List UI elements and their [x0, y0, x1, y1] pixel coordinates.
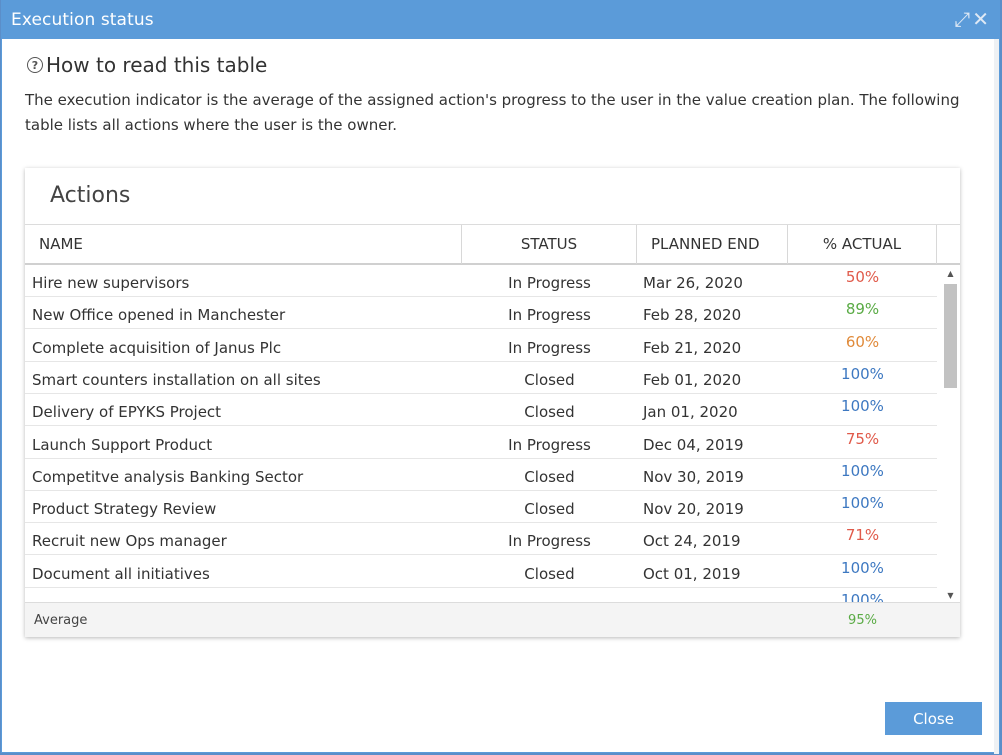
close-button[interactable]: Close — [885, 702, 982, 735]
row-actual: 100% — [841, 494, 884, 513]
table-footer: Average 95% — [25, 602, 960, 637]
title-bar-controls: ⤢ ✕ — [954, 7, 989, 31]
scroll-down-icon[interactable]: ▼ — [942, 591, 959, 600]
table-row[interactable]: Document all initiatives Closed Oct 01, 20… — [25, 556, 937, 588]
average-label: Average — [34, 613, 88, 628]
column-header-status[interactable]: STATUS — [462, 225, 637, 264]
title-bar: Execution status ⤢ ✕ — [2, 1, 999, 39]
row-actual: 89% — [845, 300, 880, 319]
table-row[interactable]: Delivery of EPYKS Project Closed Jan 01, 2… — [25, 394, 937, 427]
table-scrollbar[interactable]: ▲ ▼ — [942, 267, 959, 600]
row-actual: 75% — [845, 429, 880, 448]
table-row[interactable]: Complete acquisition of Janus Plc In Prog… — [25, 330, 937, 362]
table-row[interactable]: 100% — [25, 588, 937, 602]
table-row[interactable]: New Office opened in Manchester In Progre… — [25, 297, 937, 330]
side-strip — [994, 39, 999, 754]
table-row[interactable]: Hire new supervisors In Progress Mar 26, 2… — [25, 265, 937, 297]
table-row[interactable]: Competitve analysis Banking Sector Closed… — [25, 459, 937, 491]
card-title: Actions — [50, 183, 131, 208]
column-header-actual[interactable]: % ACTUAL — [788, 225, 937, 264]
table-row[interactable]: Recruit new Ops manager In Progress Oct 24… — [25, 523, 937, 556]
column-header-name[interactable]: NAME — [25, 225, 462, 264]
table-body: Hire new supervisors In Progress Mar 26, 2… — [25, 265, 937, 602]
help-heading: ? How to read this table — [27, 53, 267, 77]
row-actual: 60% — [845, 332, 880, 351]
row-actual: 100% — [841, 364, 884, 383]
table-row[interactable]: Smart counters installation on all sites… — [25, 362, 937, 394]
maximize-icon[interactable]: ⤢ — [954, 7, 970, 31]
row-actual: 100% — [841, 461, 884, 480]
help-title: How to read this table — [46, 53, 268, 77]
actions-card: Actions NAME STATUS PLANNED END % ACTUAL… — [25, 168, 960, 637]
table-row[interactable]: Launch Support Product In Progress Dec 04,… — [25, 427, 937, 459]
window-title: Execution status — [11, 10, 154, 30]
table-header: NAME STATUS PLANNED END % ACTUAL — [25, 224, 960, 265]
row-actual: 100% — [841, 591, 884, 602]
scrollbar-thumb[interactable] — [944, 284, 957, 388]
column-header-planned-end[interactable]: PLANNED END — [637, 225, 788, 264]
help-description: The execution indicator is the average o… — [25, 91, 960, 134]
row-actual: 100% — [841, 397, 884, 416]
row-actual: 100% — [841, 558, 884, 577]
help-icon: ? — [27, 57, 43, 73]
scroll-up-icon[interactable]: ▲ — [942, 269, 959, 278]
table-row[interactable]: Product Strategy Review Closed Nov 20, 201… — [25, 491, 937, 524]
row-actual: 50% — [845, 268, 880, 286]
row-actual: 71% — [845, 526, 880, 545]
execution-status-dialog: Execution status ⤢ ✕ ? How to read this … — [1, 0, 1000, 754]
close-icon[interactable]: ✕ — [972, 7, 989, 31]
average-value: 95% — [848, 613, 877, 628]
